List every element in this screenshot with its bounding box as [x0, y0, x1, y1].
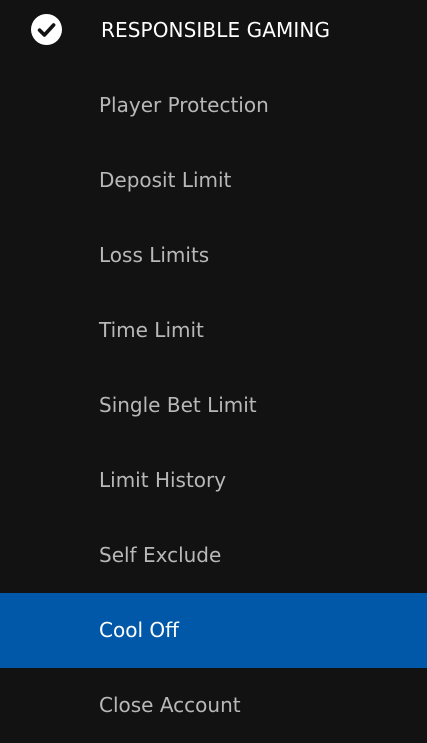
menu-item-close-account[interactable]: Close Account — [0, 668, 427, 743]
menu-item-cool-off[interactable]: Cool Off — [0, 593, 427, 668]
menu-item-player-protection[interactable]: Player Protection — [0, 68, 427, 143]
responsible-gaming-menu: RESPONSIBLE GAMING Player Protection Dep… — [0, 0, 427, 742]
menu-item-single-bet-limit[interactable]: Single Bet Limit — [0, 368, 427, 443]
section-title: RESPONSIBLE GAMING — [101, 18, 331, 42]
check-circle-icon — [31, 14, 62, 45]
section-header[interactable]: RESPONSIBLE GAMING — [0, 0, 427, 60]
menu-item-self-exclude[interactable]: Self Exclude — [0, 518, 427, 593]
menu-item-time-limit[interactable]: Time Limit — [0, 293, 427, 368]
menu-item-loss-limits[interactable]: Loss Limits — [0, 218, 427, 293]
menu-item-limit-history[interactable]: Limit History — [0, 443, 427, 518]
menu-item-deposit-limit[interactable]: Deposit Limit — [0, 143, 427, 218]
